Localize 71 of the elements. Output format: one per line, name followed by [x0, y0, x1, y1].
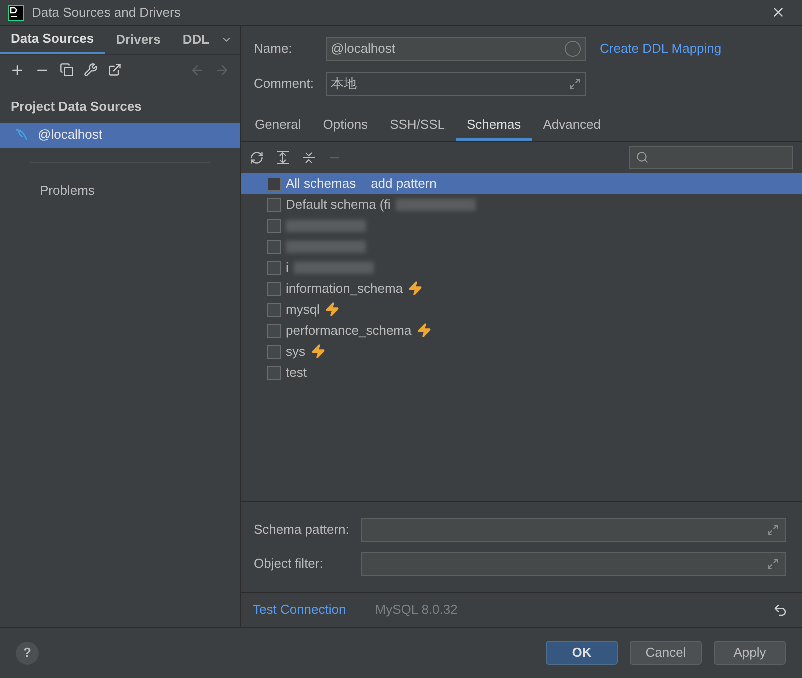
field-label: Name: [254, 40, 294, 58]
dialog-button[interactable]: Cancel [630, 641, 702, 665]
schema-name: information_schema [286, 280, 404, 298]
schema-name: sys [286, 342, 306, 361]
schema-name: performance_schema [286, 322, 412, 340]
refresh-icon[interactable] [250, 150, 264, 164]
schema-row[interactable]: Default schema (fi [241, 194, 802, 215]
search-field[interactable] [629, 146, 793, 169]
schema-row[interactable]: performance_schema [241, 320, 802, 341]
expand-all-icon[interactable] [276, 150, 290, 164]
schema-row[interactable]: i [241, 257, 802, 278]
checkbox[interactable] [267, 344, 281, 358]
schema-row[interactable]: mysql [241, 299, 802, 320]
checkbox[interactable] [267, 260, 281, 274]
section-title: Project Data Sources [10, 98, 143, 116]
settings-tab[interactable]: Advanced [532, 111, 612, 141]
settings-tab[interactable]: SSH/SSL [379, 111, 456, 141]
checkbox[interactable] [267, 198, 281, 212]
add-pattern-link[interactable]: add pattern [371, 174, 437, 194]
schema-name: All schemas [286, 174, 356, 193]
filter-field[interactable] [361, 518, 786, 542]
field-label: Comment: [254, 75, 314, 94]
undo-icon[interactable] [773, 602, 788, 618]
checkbox[interactable] [267, 302, 281, 316]
schema-name: mysql [286, 300, 320, 319]
schema-name: i [286, 258, 289, 277]
data-source-item[interactable]: @localhost [0, 122, 240, 148]
settings-tab[interactable]: Schemas [456, 111, 532, 141]
forward-icon[interactable] [215, 62, 230, 78]
expand-icon[interactable] [767, 558, 779, 570]
expand-icon[interactable] [767, 524, 779, 536]
schema-row[interactable]: information_schema [241, 278, 802, 299]
wrench-icon[interactable] [84, 63, 98, 77]
name-field[interactable]: @localhost [326, 37, 586, 61]
app-logo-icon [8, 4, 24, 20]
back-icon[interactable] [190, 62, 205, 78]
field-label: Object filter: [254, 555, 324, 574]
checkbox[interactable] [267, 366, 281, 380]
search-icon [636, 151, 649, 164]
comment-field[interactable]: 本地 [326, 72, 586, 96]
schema-row[interactable]: All schemas add pattern [241, 173, 802, 194]
collapse-all-icon[interactable] [302, 150, 316, 164]
expand-icon[interactable] [569, 78, 581, 90]
panel-tab[interactable]: Data Sources [0, 26, 106, 54]
schema-row[interactable]: test [241, 362, 802, 383]
checkbox[interactable] [267, 218, 281, 232]
panel-tab[interactable]: DDL [172, 26, 221, 54]
checkbox[interactable] [267, 282, 281, 296]
close-icon[interactable] [771, 5, 786, 20]
checkbox[interactable] [267, 176, 281, 190]
schema-name: test [286, 364, 307, 382]
driver-version: MySQL 8.0.32 [375, 601, 458, 620]
window-title: Data Sources and Drivers [32, 4, 181, 22]
settings-tab[interactable]: General [244, 111, 312, 141]
external-link-icon[interactable] [108, 63, 122, 77]
test-connection-link[interactable]: Test Connection [253, 600, 346, 620]
filter-field[interactable] [361, 552, 786, 576]
add-icon[interactable] [10, 62, 25, 78]
settings-tab[interactable]: Options [312, 111, 380, 141]
schema-row[interactable]: sys [241, 341, 802, 362]
copy-icon[interactable] [60, 63, 74, 77]
field-label: Schema pattern: [254, 521, 350, 540]
schema-name: Default schema (fi [286, 196, 391, 214]
create-ddl-mapping-link[interactable]: Create DDL Mapping [600, 39, 722, 59]
help-button[interactable]: ? [16, 642, 39, 664]
panel-tab[interactable]: Drivers [105, 26, 172, 54]
problems-item[interactable]: Problems [0, 180, 240, 200]
checkbox[interactable] [267, 240, 281, 254]
dialog-button[interactable]: Apply [714, 641, 786, 665]
dialog-button[interactable]: OK [546, 641, 618, 665]
checkbox[interactable] [267, 324, 281, 338]
